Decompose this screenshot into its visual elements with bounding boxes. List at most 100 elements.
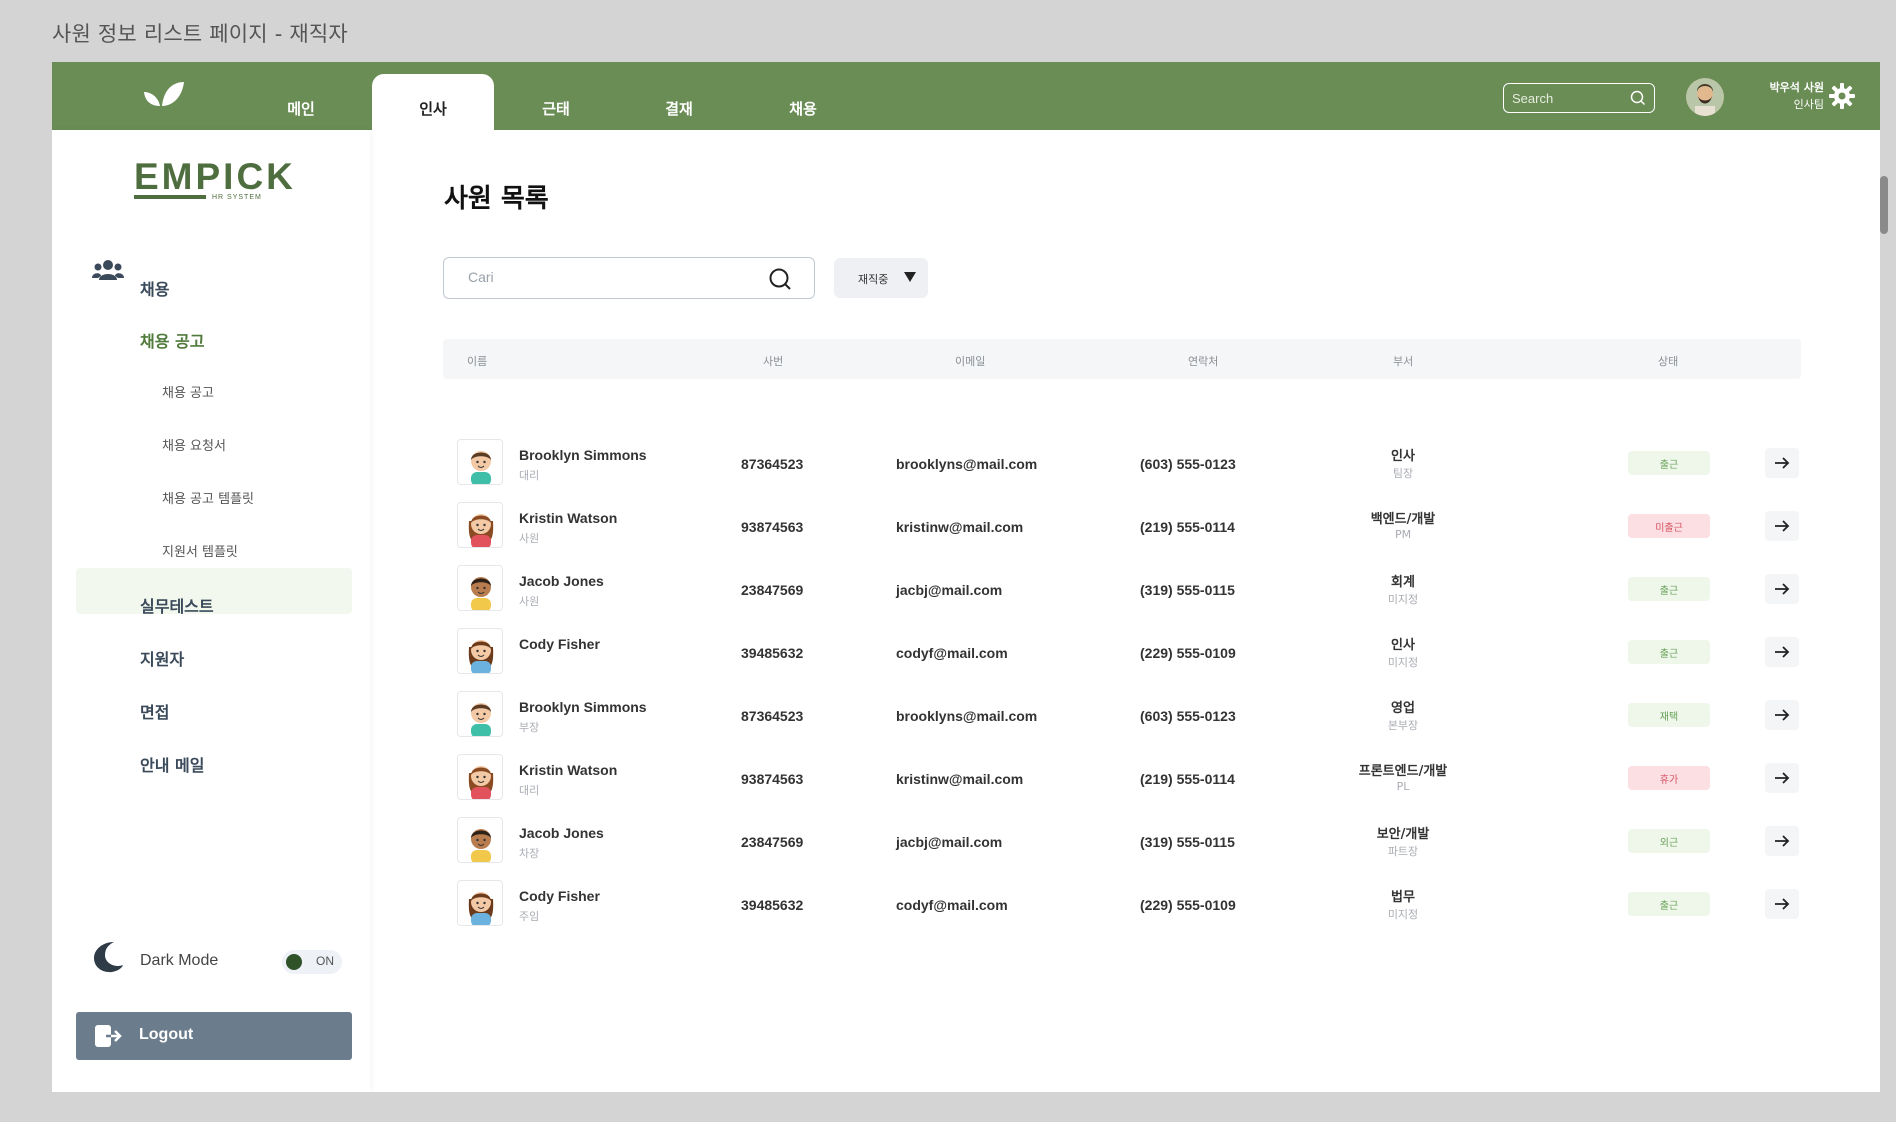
employee-phone: (603) 555-0123: [1140, 456, 1236, 472]
caret-down-icon: [904, 272, 916, 282]
avatar: [457, 754, 503, 800]
sidebar-sub-posting-template[interactable]: 채용 공고 템플릿: [162, 488, 254, 507]
status-badge: 출근: [1628, 640, 1710, 664]
table-row[interactable]: Kristin Watson 사원 93874563 kristinw@mail…: [443, 494, 1801, 556]
employee-email: jacbj@mail.com: [896, 582, 1003, 598]
avatar: [457, 628, 503, 674]
tab-main[interactable]: 메인: [240, 74, 362, 130]
brand-sub: HR SYSTEM: [212, 194, 262, 201]
search-icon[interactable]: [1630, 90, 1646, 106]
brand-name: EMPICK: [134, 156, 296, 197]
sidebar-sub-request[interactable]: 채용 요청서: [162, 435, 226, 454]
col-email[interactable]: 이메일: [955, 353, 985, 369]
status-badge: 재택: [1628, 703, 1710, 727]
top-search-input[interactable]: [1512, 90, 1622, 106]
row-detail-button[interactable]: [1765, 511, 1799, 541]
status-badge: 외근: [1628, 829, 1710, 853]
employee-phone: (219) 555-0114: [1140, 771, 1235, 787]
col-id[interactable]: 사번: [763, 353, 783, 369]
arrow-right-icon: [1775, 835, 1790, 847]
table-row[interactable]: Brooklyn Simmons 대리 87364523 brooklyns@m…: [443, 431, 1801, 493]
status-badge: 출근: [1628, 451, 1710, 475]
row-detail-button[interactable]: [1765, 637, 1799, 667]
employee-position: PM: [1394, 528, 1412, 541]
employee-email: brooklyns@mail.com: [896, 708, 1038, 724]
search-icon[interactable]: [768, 267, 792, 291]
col-name[interactable]: 이름: [467, 353, 487, 369]
table-row[interactable]: Brooklyn Simmons 부장 87364523 brooklyns@m…: [443, 683, 1801, 745]
employee-name: Brooklyn Simmons: [519, 447, 647, 463]
gear-icon[interactable]: [1828, 82, 1856, 110]
avatar: [457, 691, 503, 737]
people-icon: [92, 260, 124, 280]
employee-name: Kristin Watson: [519, 762, 618, 778]
sidebar-sub-application-template[interactable]: 지원서 템플릿: [162, 541, 238, 560]
employee-position: 미지정: [1387, 593, 1419, 606]
sidebar-sub-job-posting[interactable]: 채용 공고: [162, 382, 214, 401]
user-avatar[interactable]: [1686, 78, 1724, 116]
row-detail-button[interactable]: [1765, 826, 1799, 856]
tab-approval[interactable]: 결재: [618, 74, 740, 130]
sidebar-group-job-posting[interactable]: 채용 공고: [140, 328, 204, 352]
page-caption: 사원 정보 리스트 페이지 - 재직자: [52, 22, 348, 46]
user-name: 박우석 사원: [1769, 81, 1824, 94]
brand-underline: [134, 195, 206, 199]
sidebar-item-applicants[interactable]: 지원자: [140, 646, 184, 670]
employee-rank: 사원: [519, 532, 540, 545]
arrow-right-icon: [1775, 457, 1790, 469]
logout-button[interactable]: Logout: [76, 1012, 352, 1060]
sidebar-active-highlight: [76, 568, 352, 614]
employee-email: brooklyns@mail.com: [896, 456, 1038, 472]
employee-phone: (319) 555-0115: [1140, 834, 1235, 850]
employee-id: 93874563: [741, 519, 804, 535]
row-detail-button[interactable]: [1765, 889, 1799, 919]
row-detail-button[interactable]: [1765, 448, 1799, 478]
table-row[interactable]: Cody Fisher 주임 39485632 codyf@mail.com (…: [443, 872, 1801, 934]
sidebar-item-mail[interactable]: 안내 메일: [140, 752, 204, 776]
employee-position: 파트장: [1387, 845, 1419, 858]
col-phone[interactable]: 연락처: [1188, 353, 1218, 369]
employee-email: codyf@mail.com: [896, 897, 1008, 913]
employee-phone: (603) 555-0123: [1140, 708, 1236, 724]
table-row[interactable]: Jacob Jones 사원 23847569 jacbj@mail.com (…: [443, 557, 1801, 619]
table-header: 이름 사번 이메일 연락처 부서 상태: [443, 339, 1801, 379]
row-detail-button[interactable]: [1765, 574, 1799, 604]
tab-attendance[interactable]: 근태: [495, 74, 617, 130]
moon-icon: [94, 942, 123, 973]
table-row[interactable]: Kristin Watson 대리 93874563 kristinw@mail…: [443, 746, 1801, 808]
employee-id: 93874563: [741, 771, 804, 787]
employee-phone: (219) 555-0114: [1140, 519, 1235, 535]
table-row[interactable]: Jacob Jones 차장 23847569 jacbj@mail.com (…: [443, 809, 1801, 871]
tab-recruit[interactable]: 채용: [742, 74, 864, 130]
employee-email: kristinw@mail.com: [896, 771, 1024, 787]
toggle-state: ON: [316, 954, 334, 968]
dark-mode-toggle[interactable]: ON: [282, 950, 342, 974]
employee-dept: 프론트엔드/개발: [1358, 764, 1448, 779]
row-detail-button[interactable]: [1765, 700, 1799, 730]
col-dept[interactable]: 부서: [1393, 353, 1413, 369]
sidebar-item-test[interactable]: 실무테스트: [140, 593, 214, 617]
employee-dept: 인사: [1391, 449, 1415, 464]
brand-logo[interactable]: EMPICK HR SYSTEM: [134, 144, 294, 204]
sidebar-item-recruit[interactable]: 채용: [140, 276, 169, 300]
employee-position: 본부장: [1387, 719, 1419, 732]
avatar: [457, 880, 503, 926]
tab-hr[interactable]: 인사: [372, 74, 494, 130]
employee-name: Brooklyn Simmons: [519, 699, 647, 715]
sidebar-item-interview[interactable]: 면접: [140, 699, 169, 723]
status-filter-dropdown[interactable]: 재직중: [834, 258, 928, 298]
employee-search-box: [443, 257, 815, 299]
table-row[interactable]: Cody Fisher 39485632 codyf@mail.com (229…: [443, 620, 1801, 682]
row-detail-button[interactable]: [1765, 763, 1799, 793]
employee-position: 팀장: [1392, 467, 1414, 480]
leaf-logo-icon[interactable]: [140, 80, 186, 110]
employee-search-input[interactable]: [468, 269, 748, 285]
scrollbar-thumb[interactable]: [1880, 176, 1888, 234]
avatar: [457, 502, 503, 548]
arrow-right-icon: [1775, 898, 1790, 910]
employee-email: kristinw@mail.com: [896, 519, 1024, 535]
col-status[interactable]: 상태: [1658, 353, 1678, 369]
arrow-right-icon: [1775, 772, 1790, 784]
toggle-knob: [286, 954, 302, 970]
employee-rank: 대리: [519, 469, 540, 482]
